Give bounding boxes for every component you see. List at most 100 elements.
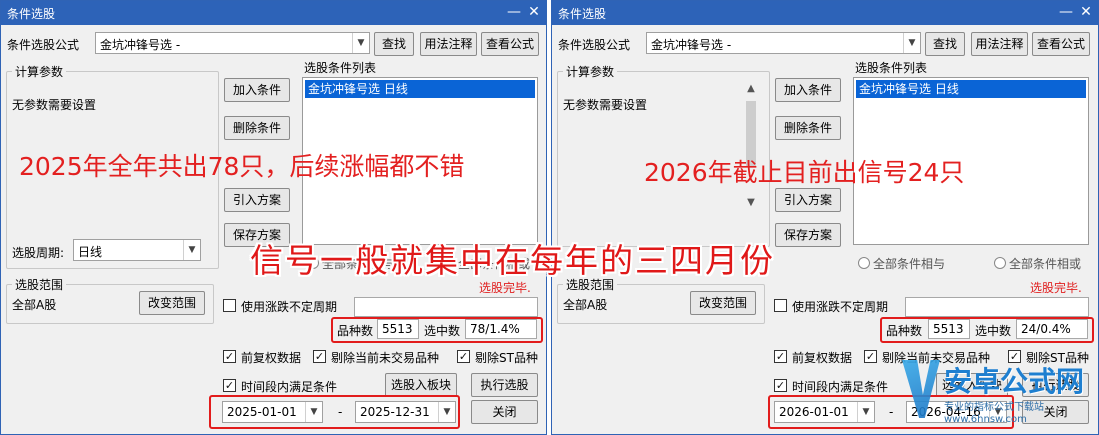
- irregular-period-checkbox[interactable]: [774, 299, 787, 312]
- all-and-label: 全部条件相与: [873, 257, 946, 271]
- save-scheme-button[interactable]: 保存方案: [775, 223, 841, 247]
- formula-select-value: 金坑冲锋号选 -: [100, 38, 181, 52]
- delete-condition-button[interactable]: 删除条件: [224, 116, 290, 140]
- selected-value: 78/1.4%: [465, 319, 537, 339]
- close-icon[interactable]: ✕: [1076, 3, 1096, 21]
- forward-adjust-checkbox[interactable]: ✓: [223, 350, 236, 363]
- close-button[interactable]: 关闭: [471, 400, 538, 424]
- params-scrollbar[interactable]: ▲ ▼: [743, 83, 759, 213]
- period-condition-label: 时间段内满足条件: [792, 380, 889, 394]
- date-from-picker[interactable]: 2026-01-01 ▼: [774, 401, 875, 423]
- formula-select[interactable]: 金坑冲锋号选 - ▼: [646, 32, 921, 54]
- selected-label: 选中数: [424, 324, 461, 338]
- irregular-period-input[interactable]: [354, 297, 538, 317]
- screening-done-text: 选股完毕.: [1030, 281, 1082, 295]
- all-or-radio[interactable]: [994, 257, 1006, 269]
- watermark-logo: 安卓公式网 专业的指标公式下载站 www.6hnsw.com: [898, 358, 1098, 434]
- exclude-untraded-checkbox[interactable]: ✓: [864, 350, 877, 363]
- forward-adjust-label: 前复权数据: [241, 351, 302, 365]
- forward-adjust-checkbox[interactable]: ✓: [774, 350, 787, 363]
- date-separator: -: [338, 405, 343, 419]
- chevron-down-icon[interactable]: ▼: [352, 33, 369, 53]
- find-button[interactable]: 查找: [925, 32, 965, 56]
- chevron-down-icon[interactable]: ▼: [903, 33, 920, 53]
- delete-condition-button[interactable]: 删除条件: [775, 116, 841, 140]
- scroll-down-icon[interactable]: ▼: [743, 197, 759, 208]
- annotation-text: 2025年全年共出78只，后续涨幅都不错: [19, 152, 465, 181]
- find-button[interactable]: 查找: [374, 32, 414, 56]
- overlay-caption: 信号一般就集中在每年的三四月份: [250, 241, 775, 280]
- add-to-block-button[interactable]: 选股入板块: [385, 373, 457, 397]
- chevron-down-icon[interactable]: ▼: [857, 402, 874, 422]
- date-from-picker[interactable]: 2025-01-01 ▼: [222, 401, 323, 423]
- count-label: 品种数: [337, 324, 374, 338]
- import-scheme-button[interactable]: 引入方案: [224, 188, 290, 212]
- no-params-text: 无参数需要设置: [12, 98, 97, 112]
- selected-label: 选中数: [975, 324, 1012, 338]
- count-value: 5513: [928, 319, 970, 339]
- chevron-down-icon[interactable]: ▼: [305, 402, 322, 422]
- stock-screener-window-2025: 条件选股 — ✕ 条件选股公式 金坑冲锋号选 - ▼ 查找 用法注释 查看公式 …: [0, 0, 547, 435]
- import-scheme-button[interactable]: 引入方案: [775, 188, 841, 212]
- condition-list-title: 选股条件列表: [304, 61, 377, 75]
- formula-select-value: 金坑冲锋号选 -: [651, 38, 732, 52]
- scope-title: 选股范围: [12, 276, 67, 293]
- irregular-period-input[interactable]: [905, 297, 1089, 317]
- minimize-icon[interactable]: —: [1056, 3, 1076, 21]
- close-icon[interactable]: ✕: [524, 3, 544, 21]
- execute-screening-button[interactable]: 执行选股: [471, 373, 538, 397]
- condition-list-title: 选股条件列表: [855, 61, 928, 75]
- usage-notes-button[interactable]: 用法注释: [971, 32, 1028, 56]
- condition-list-item[interactable]: 金坑冲锋号选 日线: [305, 80, 535, 98]
- count-label: 品种数: [886, 324, 923, 338]
- title-bar: 条件选股 — ✕: [1, 1, 546, 25]
- add-condition-button[interactable]: 加入条件: [224, 78, 290, 102]
- title-bar: 条件选股 — ✕: [552, 1, 1098, 25]
- date-from-value: 2025-01-01: [227, 405, 297, 419]
- all-and-radio[interactable]: [858, 257, 870, 269]
- scope-value: 全部A股: [563, 298, 608, 312]
- change-scope-button[interactable]: 改变范围: [139, 291, 205, 315]
- logo-icon: [902, 360, 940, 418]
- period-condition-label: 时间段内满足条件: [241, 380, 338, 394]
- period-condition-checkbox[interactable]: ✓: [774, 379, 787, 392]
- selected-value: 24/0.4%: [1016, 319, 1088, 339]
- forward-adjust-label: 前复权数据: [792, 351, 853, 365]
- period-select-value: 日线: [78, 245, 103, 259]
- chevron-down-icon[interactable]: ▼: [183, 240, 200, 260]
- watermark-subtitle: 专业的指标公式下载站: [944, 402, 1044, 413]
- window-title: 条件选股: [7, 7, 56, 21]
- add-condition-button[interactable]: 加入条件: [775, 78, 841, 102]
- view-formula-button[interactable]: 查看公式: [1032, 32, 1090, 56]
- view-formula-button[interactable]: 查看公式: [481, 32, 539, 56]
- no-params-text: 无参数需要设置: [563, 98, 648, 112]
- count-value: 5513: [377, 319, 419, 339]
- irregular-period-label: 使用涨跌不定周期: [241, 300, 338, 314]
- period-select[interactable]: 日线 ▼: [73, 239, 201, 261]
- calc-params-title: 计算参数: [563, 63, 618, 80]
- exclude-untraded-checkbox[interactable]: ✓: [313, 350, 326, 363]
- date-separator: -: [889, 405, 894, 419]
- minimize-icon[interactable]: —: [504, 3, 524, 21]
- formula-label: 条件选股公式: [7, 38, 80, 52]
- change-scope-button[interactable]: 改变范围: [690, 291, 756, 315]
- period-condition-checkbox[interactable]: ✓: [223, 379, 236, 392]
- watermark-name: 安卓公式网: [944, 365, 1085, 398]
- date-to-picker[interactable]: 2025-12-31 ▼: [355, 401, 456, 423]
- formula-select[interactable]: 金坑冲锋号选 - ▼: [95, 32, 370, 54]
- usage-notes-button[interactable]: 用法注释: [420, 32, 477, 56]
- scroll-up-icon[interactable]: ▲: [743, 83, 759, 94]
- scope-value: 全部A股: [12, 298, 57, 312]
- irregular-period-checkbox[interactable]: [223, 299, 236, 312]
- exclude-st-checkbox[interactable]: ✓: [457, 350, 470, 363]
- chevron-down-icon[interactable]: ▼: [438, 402, 455, 422]
- formula-label: 条件选股公式: [558, 38, 631, 52]
- date-from-value: 2026-01-01: [779, 405, 849, 419]
- condition-list-item[interactable]: 金坑冲锋号选 日线: [856, 80, 1086, 98]
- irregular-period-label: 使用涨跌不定周期: [792, 300, 889, 314]
- period-label: 选股周期:: [12, 246, 65, 260]
- watermark-url: www.6hnsw.com: [944, 414, 1027, 425]
- date-to-value: 2025-12-31: [360, 405, 430, 419]
- all-or-label: 全部条件相或: [1009, 257, 1082, 271]
- exclude-st-label: 剔除ST品种: [475, 351, 538, 365]
